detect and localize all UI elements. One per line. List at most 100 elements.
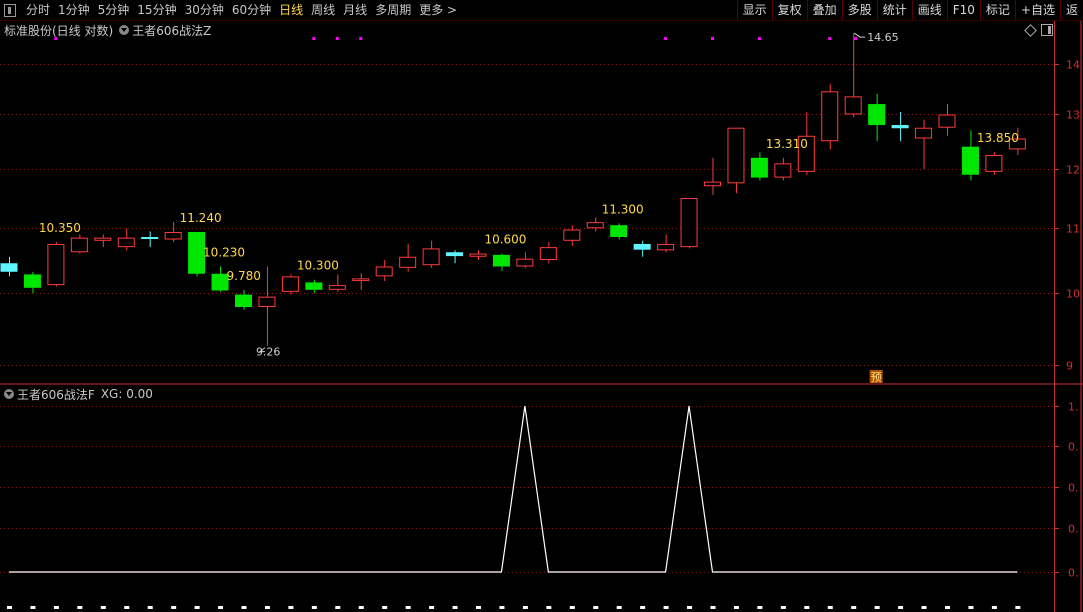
indicator-tick-label: 0. <box>1068 523 1079 536</box>
signal-marker <box>711 37 714 40</box>
xg-point <box>429 606 435 609</box>
xg-point <box>640 606 646 609</box>
candle-body <box>891 125 909 129</box>
candle-body <box>868 104 886 126</box>
xg-point <box>780 606 786 609</box>
toolbar-button-0[interactable]: 显示 <box>736 0 772 20</box>
candle-body <box>516 258 534 267</box>
xg-point <box>898 606 904 609</box>
period-tab-6[interactable]: 日线 <box>275 0 307 20</box>
price-label: 10.230 <box>203 246 245 260</box>
signal-marker <box>757 37 761 40</box>
indicator-dropdown-icon[interactable] <box>4 389 14 399</box>
candle-body <box>235 294 252 307</box>
sidebar-toggle-icon[interactable] <box>4 3 16 17</box>
candle-body <box>258 296 276 307</box>
xg-point <box>194 606 200 609</box>
xg-point <box>499 606 505 609</box>
candle-body <box>446 252 464 257</box>
xg-point <box>921 606 927 609</box>
toolbar-button-4[interactable]: 统计 <box>876 0 912 20</box>
candle-body <box>399 256 417 268</box>
period-tab-5[interactable]: 60分钟 <box>228 0 275 20</box>
xg-point <box>991 606 997 609</box>
candle-body <box>117 237 135 248</box>
main-title-bar: 标准股份(日线 对数) 王者606战法Z <box>0 21 211 39</box>
period-tab-0[interactable]: 分时 <box>22 0 54 20</box>
toolbar-button-9[interactable]: 返 <box>1059 0 1083 20</box>
xg-point <box>569 606 575 609</box>
toolbar-button-1[interactable]: 复权 <box>771 0 807 20</box>
period-toolbar: 分时 1分钟 5分钟 15分钟 30分钟 60分钟 日线 周线 月线 多周期 更多 > 显示 复权 叠加… <box>0 0 1083 21</box>
xg-point <box>804 606 810 609</box>
candle-body <box>539 247 557 260</box>
candle-body <box>305 282 323 290</box>
candle-body <box>727 127 745 184</box>
candle-body <box>586 222 604 229</box>
candle-body <box>328 285 346 290</box>
xg-point <box>851 606 857 609</box>
period-tab-2[interactable]: 5分钟 <box>94 0 134 20</box>
candle-body <box>0 263 18 272</box>
toolbar-button-2[interactable]: 叠加 <box>806 0 842 20</box>
panel-controls <box>1024 23 1053 37</box>
price-label: 13.310 <box>766 137 808 151</box>
xg-point <box>757 606 763 609</box>
price-label: 9.780 <box>227 269 261 283</box>
main-indicator-name[interactable]: 王者606战法Z <box>132 22 211 39</box>
toolbar-button-5[interactable]: 画线 <box>911 0 947 20</box>
xg-point <box>288 606 294 609</box>
signal-marker <box>664 37 668 40</box>
indicator-tick-label: 0. <box>1068 567 1079 580</box>
candle-body <box>750 157 768 178</box>
candle-body <box>469 253 487 257</box>
period-tab-9[interactable]: 多周期 <box>371 0 415 20</box>
toolbar-button-8[interactable]: +自选 <box>1014 0 1060 20</box>
candle-body <box>961 146 979 175</box>
xg-point <box>733 606 739 609</box>
xg-point <box>30 606 36 609</box>
indicator-grid <box>0 406 1054 573</box>
xg-point <box>968 606 974 609</box>
candle-body <box>938 114 956 128</box>
toolbar-button-6[interactable]: F10 <box>946 0 980 20</box>
xg-point <box>77 606 83 609</box>
xg-point <box>358 606 364 609</box>
signal-marker <box>359 37 363 40</box>
candle-body <box>375 266 393 277</box>
period-tabs: 分时 1分钟 5分钟 15分钟 30分钟 60分钟 日线 周线 月线 多周期 更多 > <box>22 0 461 20</box>
period-tab-7[interactable]: 周线 <box>307 0 339 20</box>
period-tab-8[interactable]: 月线 <box>339 0 371 20</box>
candle-body <box>633 243 651 250</box>
xg-point <box>241 606 247 609</box>
main-grid <box>0 64 1054 366</box>
dropdown-icon[interactable] <box>119 25 130 35</box>
indicator-value: XG: 0.00 <box>100 387 153 401</box>
period-tab-1[interactable]: 1分钟 <box>54 0 94 20</box>
toolbar-button-3[interactable]: 多股 <box>841 0 877 20</box>
period-tab-10[interactable]: 更多 > <box>415 0 461 20</box>
forecast-badge: 预 <box>871 371 882 384</box>
diamond-icon[interactable] <box>1024 23 1037 37</box>
candle-body <box>422 248 440 266</box>
signal-marker <box>854 37 858 40</box>
xg-line <box>9 405 1018 573</box>
xg-point <box>663 606 669 609</box>
price-tick-label: 12 <box>1066 164 1080 177</box>
price-tick-label: 11 <box>1066 223 1080 236</box>
kline-chart[interactable]: 10.350 11.240 10.230 9.780 10.300 10.600 11.30… <box>0 0 1083 612</box>
candles <box>0 33 1026 346</box>
period-tab-3[interactable]: 15分钟 <box>133 0 180 20</box>
extreme-label: 9.26 <box>256 346 281 359</box>
indicator-name[interactable]: 王者606战法F <box>17 386 95 403</box>
xg-point <box>616 606 622 609</box>
xg-point <box>7 606 12 609</box>
toolbar-button-7[interactable]: 标记 <box>979 0 1015 20</box>
panel-layout-icon[interactable] <box>1041 24 1053 36</box>
period-tab-4[interactable]: 30分钟 <box>181 0 228 20</box>
xg-point <box>945 606 950 609</box>
candle-body <box>281 276 299 292</box>
price-label: 10.350 <box>39 221 81 235</box>
signal-marker <box>828 37 832 40</box>
xg-point <box>335 606 341 609</box>
